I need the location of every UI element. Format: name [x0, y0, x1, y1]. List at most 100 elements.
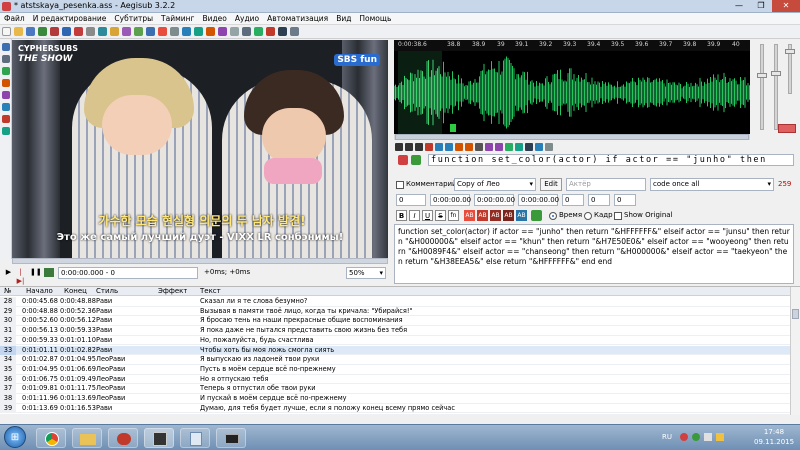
- lead-out-icon[interactable]: [495, 143, 503, 151]
- play-before-icon[interactable]: [435, 143, 443, 151]
- next-icon[interactable]: [515, 143, 523, 151]
- volume-icon[interactable]: [704, 433, 712, 441]
- actor-field[interactable]: Актёр: [566, 178, 646, 191]
- layer-field[interactable]: 0: [396, 194, 426, 206]
- next-line-icon[interactable]: [405, 143, 413, 151]
- margin-left-field[interactable]: 0: [562, 194, 584, 206]
- end-time-field[interactable]: 0:00:00.00: [474, 194, 515, 206]
- menu-audio[interactable]: Аудио: [231, 13, 263, 25]
- margin-right-field[interactable]: 0: [588, 194, 610, 206]
- menu-view[interactable]: Вид: [332, 13, 355, 25]
- effect-field[interactable]: code once all ▾: [650, 178, 774, 191]
- subtitle-edit-box[interactable]: function set_color(actor) if actor == "j…: [394, 224, 794, 284]
- spell-checker-icon[interactable]: [218, 27, 227, 36]
- open-folder-icon[interactable]: [14, 27, 23, 36]
- primary-color-button[interactable]: AB: [464, 210, 475, 221]
- timing-postprocessor-icon[interactable]: [194, 27, 203, 36]
- table-row[interactable]: 28 0:00:45.68 0:00:48.88 Рави Сказал ли я те…: [0, 297, 790, 307]
- commit-icon[interactable]: [505, 143, 513, 151]
- play-after-icon[interactable]: [445, 143, 453, 151]
- col-start[interactable]: Начало: [26, 287, 53, 296]
- maximize-button[interactable]: ❐: [750, 0, 772, 12]
- terminal-icon[interactable]: [216, 428, 246, 448]
- clock-date[interactable]: 09.11.2015: [754, 438, 794, 446]
- cross-tool-icon[interactable]: [2, 55, 10, 63]
- vector-clip-tool-icon[interactable]: [2, 127, 10, 135]
- menu-subtitles[interactable]: Субтитры: [110, 13, 157, 25]
- open-audio-icon[interactable]: [62, 27, 71, 36]
- col-end[interactable]: Конец: [64, 287, 87, 296]
- pause-icon[interactable]: ❚❚: [30, 268, 42, 277]
- clip-tool-icon[interactable]: [2, 115, 10, 123]
- table-row[interactable]: 35 0:01:04.95 0:01:06.69 ЛеоРави Пусть в моё…: [0, 364, 790, 375]
- script-info-icon[interactable]: [278, 27, 287, 36]
- horizontal-zoom-slider[interactable]: [757, 44, 767, 130]
- zoom-select[interactable]: 50% ▾: [346, 267, 386, 279]
- frame-radio[interactable]: [584, 212, 592, 220]
- table-row[interactable]: 36 0:01:06.75 0:01:09.49 ЛеоРави Но я отпуск…: [0, 374, 790, 385]
- video-time-field[interactable]: 0:00:00.000 - 0: [58, 267, 198, 279]
- confirm-icon[interactable]: [411, 155, 421, 165]
- style-select[interactable]: Copy of Лео ▾: [454, 178, 536, 191]
- override-button[interactable]: AB: [516, 210, 527, 221]
- delete-lines-icon[interactable]: [266, 27, 275, 36]
- lead-in-icon[interactable]: [485, 143, 493, 151]
- grid-scroll-thumb[interactable]: [792, 309, 799, 319]
- video-seek-bar[interactable]: [12, 258, 388, 264]
- audio-scrollbar[interactable]: [394, 134, 750, 140]
- power-icon[interactable]: [716, 433, 724, 441]
- language-indicator[interactable]: RU: [662, 433, 672, 441]
- table-row[interactable]: 30 0:00:52.60 0:00:56.12 Рави Я бросаю тень …: [0, 316, 790, 327]
- close-video-icon[interactable]: [50, 27, 59, 36]
- italic-button[interactable]: I: [409, 210, 420, 221]
- show-original-checkbox[interactable]: [614, 212, 622, 220]
- volume-slider[interactable]: [785, 44, 795, 94]
- auto-scroll-icon[interactable]: [525, 143, 533, 151]
- scale-tool-icon[interactable]: [2, 103, 10, 111]
- select-lines-icon[interactable]: [254, 27, 263, 36]
- menu-help[interactable]: Помощь: [355, 13, 395, 25]
- explorer-icon[interactable]: [72, 428, 102, 448]
- karaoke-icon[interactable]: [545, 143, 553, 151]
- minimize-button[interactable]: —: [728, 0, 750, 12]
- grid-tags-icon[interactable]: [242, 27, 251, 36]
- col-number[interactable]: №: [4, 287, 11, 296]
- start-button[interactable]: ⊞: [4, 426, 26, 448]
- margin-vertical-field[interactable]: 0: [614, 194, 636, 206]
- find-icon[interactable]: [134, 27, 143, 36]
- table-row[interactable]: 34 0:01:02.87 0:01:04.95 ЛеоРави Я выпускаю …: [0, 355, 790, 365]
- table-row[interactable]: 38 0:01:11.96 0:01:13.69 ЛеоРави И пускай в …: [0, 394, 790, 404]
- stop-icon[interactable]: [425, 143, 433, 151]
- outline-color-button[interactable]: AB: [490, 210, 501, 221]
- standard-tool-icon[interactable]: [2, 43, 10, 51]
- notepad-icon[interactable]: [180, 428, 210, 448]
- network-icon[interactable]: [692, 433, 700, 441]
- attachments-icon[interactable]: [110, 27, 119, 36]
- replace-icon[interactable]: [146, 27, 155, 36]
- menu-edit[interactable]: И редактирование: [29, 13, 111, 25]
- table-row[interactable]: 33 0:01:01.11 0:01:02.82 Рави Чтобы хоть бы …: [0, 345, 790, 356]
- cancel-icon[interactable]: [398, 155, 408, 165]
- underline-button[interactable]: U: [422, 210, 433, 221]
- menu-timing[interactable]: Тайминг: [157, 13, 198, 25]
- play-end-icon[interactable]: [465, 143, 473, 151]
- translation-assistant-icon[interactable]: [170, 27, 179, 36]
- open-video-icon[interactable]: [38, 27, 47, 36]
- grid-scrollbar[interactable]: [790, 287, 800, 415]
- col-effect[interactable]: Эффект: [158, 287, 187, 296]
- menu-file[interactable]: Файл: [0, 13, 29, 25]
- time-radio[interactable]: [549, 212, 557, 220]
- help-icon[interactable]: [290, 27, 299, 36]
- vertical-zoom-slider[interactable]: [771, 44, 781, 130]
- properties-icon[interactable]: [98, 27, 107, 36]
- shadow-color-button[interactable]: AB: [503, 210, 514, 221]
- rotate-z-tool-icon[interactable]: [2, 79, 10, 87]
- fonts-collector-icon[interactable]: [122, 27, 131, 36]
- media-player-icon[interactable]: [108, 428, 138, 448]
- table-row[interactable]: 39 0:01:13.69 0:01:16.53 Рави Думаю, для теб…: [0, 403, 790, 414]
- drag-tool-icon[interactable]: [2, 67, 10, 75]
- audio-display[interactable]: 0:00:38.6 38.8 38.9 39 39.1 39.2 39.3 39…: [394, 40, 750, 134]
- styles-manager-icon[interactable]: [158, 27, 167, 36]
- video-display[interactable]: CYPHERSUBS THE SHOW SBS fun 가수한 모습 현실형 의…: [12, 40, 388, 258]
- kanji-timer-icon[interactable]: [206, 27, 215, 36]
